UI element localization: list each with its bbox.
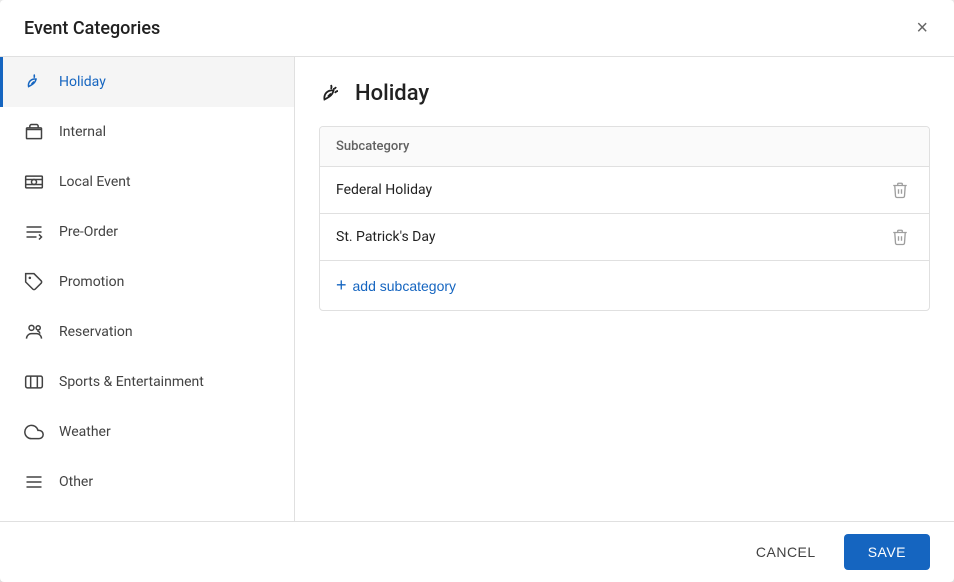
- subcategory-table: Subcategory Federal Holiday St. Patrick's…: [319, 126, 930, 311]
- promotion-icon: [23, 271, 45, 293]
- sidebar-item-weather[interactable]: Weather: [0, 407, 294, 457]
- add-subcategory-label: add subcategory: [353, 278, 457, 294]
- other-icon: [23, 471, 45, 493]
- close-button[interactable]: ×: [914, 16, 930, 40]
- sidebar-item-label-reservation: Reservation: [59, 324, 133, 340]
- sidebar-item-promotion[interactable]: Promotion: [0, 257, 294, 307]
- subcategory-name: Federal Holiday: [336, 182, 432, 198]
- category-title-text: Holiday: [355, 81, 429, 106]
- dialog-footer: CANCEL SAVE: [0, 521, 954, 582]
- local-event-icon: [23, 171, 45, 193]
- sidebar-item-label-promotion: Promotion: [59, 274, 124, 290]
- sidebar-item-pre-order[interactable]: Pre-Order: [0, 207, 294, 257]
- save-button[interactable]: SAVE: [844, 534, 930, 570]
- add-subcategory-button[interactable]: + add subcategory: [336, 271, 456, 300]
- sidebar-item-internal[interactable]: Internal: [0, 107, 294, 157]
- sports-icon: [23, 371, 45, 393]
- dialog-title: Event Categories: [24, 18, 160, 39]
- sidebar-item-label-holiday: Holiday: [59, 74, 106, 90]
- sidebar-item-reservation[interactable]: Reservation: [0, 307, 294, 357]
- sidebar: Holiday Internal Local Event Pre-Order Promo…: [0, 57, 295, 521]
- sidebar-item-sports[interactable]: Sports & Entertainment: [0, 357, 294, 407]
- dialog-header: Event Categories ×: [0, 0, 954, 57]
- sidebar-item-label-sports: Sports & Entertainment: [59, 374, 204, 390]
- category-title: Holiday: [319, 81, 930, 106]
- sidebar-item-local-event[interactable]: Local Event: [0, 157, 294, 207]
- delete-subcategory-button[interactable]: [887, 226, 913, 248]
- reservation-icon: [23, 321, 45, 343]
- add-subcategory-row: + add subcategory: [320, 260, 929, 310]
- table-row: St. Patrick's Day: [320, 214, 929, 260]
- sidebar-item-label-other: Other: [59, 474, 93, 490]
- delete-subcategory-button[interactable]: [887, 179, 913, 201]
- weather-icon: [23, 421, 45, 443]
- dialog-body: Holiday Internal Local Event Pre-Order Promo…: [0, 57, 954, 521]
- sidebar-item-label-local-event: Local Event: [59, 174, 131, 190]
- subcategory-rows: Federal Holiday St. Patrick's Day: [320, 167, 929, 260]
- category-title-icon: [319, 82, 343, 106]
- sidebar-item-holiday[interactable]: Holiday: [0, 57, 294, 107]
- sidebar-item-label-pre-order: Pre-Order: [59, 224, 118, 240]
- subcategory-name: St. Patrick's Day: [336, 229, 436, 245]
- sidebar-item-label-internal: Internal: [59, 124, 106, 140]
- sidebar-item-other[interactable]: Other: [0, 457, 294, 507]
- main-content: Holiday Subcategory Federal Holiday St. P…: [295, 57, 954, 521]
- event-categories-dialog: Event Categories × Holiday Internal Local …: [0, 0, 954, 582]
- plus-icon: +: [336, 275, 347, 296]
- cancel-button[interactable]: CANCEL: [740, 536, 832, 568]
- subcategory-header: Subcategory: [320, 127, 929, 167]
- party-icon: [23, 71, 45, 93]
- sidebar-item-label-weather: Weather: [59, 424, 111, 440]
- pre-order-icon: [23, 221, 45, 243]
- internal-icon: [23, 121, 45, 143]
- table-row: Federal Holiday: [320, 167, 929, 214]
